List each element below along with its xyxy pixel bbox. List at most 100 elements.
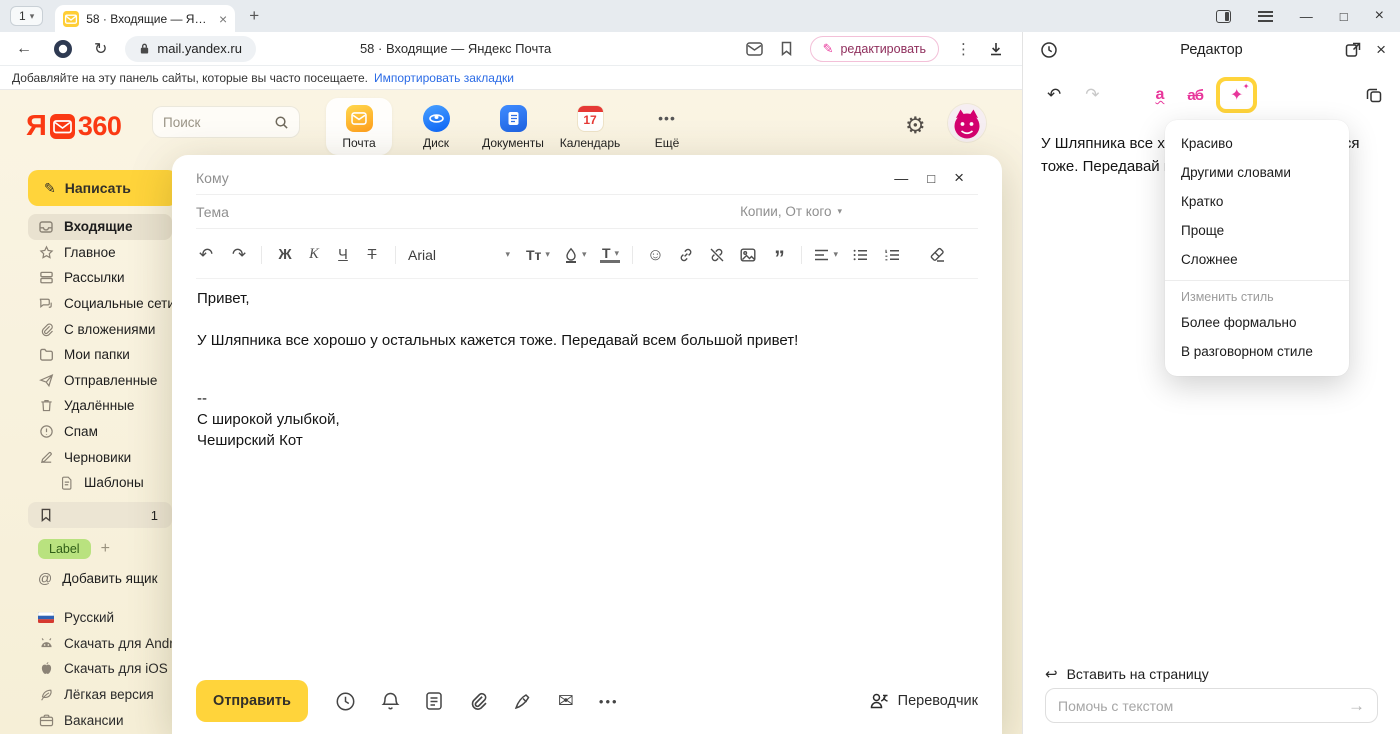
- mail-icon[interactable]: [746, 42, 763, 56]
- send-button[interactable]: Отправить: [196, 680, 308, 722]
- undo-button[interactable]: ↶: [196, 245, 216, 265]
- ai-prompt-input[interactable]: [1058, 698, 1348, 714]
- disk-service-icon: [423, 105, 450, 132]
- font-family-select[interactable]: Arial ▾: [408, 247, 510, 263]
- ai-improve-button-highlighted[interactable]: ✦ ✦: [1216, 77, 1257, 113]
- bookmarked-filter-row[interactable]: 1: [28, 502, 172, 528]
- address-field[interactable]: mail.yandex.ru: [125, 36, 256, 62]
- settings-gear-icon[interactable]: ⚙: [905, 112, 926, 139]
- link-button[interactable]: [676, 247, 696, 263]
- add-mailbox-button[interactable]: @ Добавить ящик: [38, 565, 158, 591]
- rephrase-icon[interactable]: aб: [1187, 87, 1203, 104]
- service-label: Документы: [480, 136, 546, 150]
- downloads-icon[interactable]: [988, 41, 1004, 57]
- unlink-button[interactable]: [707, 247, 727, 263]
- bookmark-icon[interactable]: [780, 41, 793, 56]
- refresh-button[interactable]: ↻: [94, 39, 107, 59]
- italic-button[interactable]: К: [303, 246, 325, 263]
- to-field[interactable]: Кому: [196, 161, 978, 195]
- reminder-bell-button[interactable]: [381, 691, 400, 712]
- service-mail[interactable]: Почта: [326, 98, 392, 155]
- redo-button[interactable]: ↷: [229, 245, 249, 265]
- editor-undo-button[interactable]: ↶: [1047, 85, 1061, 105]
- page-menu-icon[interactable]: ⋮: [956, 40, 971, 58]
- bookmark-count: 1: [151, 508, 158, 523]
- alice-assistant-icon[interactable]: [53, 39, 73, 59]
- url-text: mail.yandex.ru: [157, 41, 242, 56]
- attach-file-button[interactable]: [468, 691, 488, 711]
- import-bookmarks-link[interactable]: Импортировать закладки: [374, 71, 514, 85]
- editor-redo-button[interactable]: ↷: [1085, 85, 1099, 105]
- insert-image-button[interactable]: [738, 248, 758, 262]
- side-panel-icon[interactable]: [1216, 10, 1231, 23]
- service-docs[interactable]: Документы: [480, 98, 546, 155]
- quote-button[interactable]: ”: [769, 254, 789, 264]
- menu-item-formal[interactable]: Более формально: [1165, 308, 1349, 337]
- edit-mode-button[interactable]: ✎ редактировать: [810, 36, 939, 62]
- close-window-button[interactable]: ×: [1375, 7, 1384, 25]
- menu-item-complex[interactable]: Сложнее: [1165, 245, 1349, 274]
- chevron-down-icon: ▾: [545, 249, 550, 260]
- text-color-button[interactable]: Т▾: [600, 246, 620, 263]
- align-button[interactable]: ▾: [814, 249, 838, 261]
- emoji-button[interactable]: ☺: [645, 245, 665, 265]
- tab-counter-button[interactable]: 1 ▾: [10, 6, 43, 26]
- feather-icon: [38, 687, 54, 703]
- open-in-window-icon[interactable]: [1345, 42, 1361, 58]
- insert-to-page-button[interactable]: ↩ Вставить на страницу: [1045, 665, 1209, 683]
- fill-color-button[interactable]: ▾: [564, 247, 587, 263]
- close-panel-icon[interactable]: ×: [1376, 40, 1386, 60]
- folder-inbox[interactable]: Входящие: [28, 214, 172, 240]
- insert-label: Вставить на страницу: [1067, 666, 1209, 682]
- numbered-list-button[interactable]: [882, 249, 902, 261]
- subject-field[interactable]: Тема Копии, От кого ▾: [196, 195, 978, 229]
- tab-close-icon[interactable]: ×: [219, 11, 227, 27]
- user-avatar[interactable]: [948, 104, 986, 142]
- subject-label: Тема: [196, 204, 229, 220]
- submit-arrow-icon[interactable]: →: [1348, 696, 1365, 716]
- minimize-button[interactable]: —: [1300, 9, 1313, 24]
- copy-icon[interactable]: [1366, 87, 1382, 103]
- menu-item-other-words[interactable]: Другими словами: [1165, 158, 1349, 187]
- notes-button[interactable]: [425, 691, 443, 711]
- spellcheck-icon[interactable]: a: [1156, 86, 1165, 104]
- sparkles-mini-icon: ✦: [1243, 82, 1250, 91]
- more-actions-button[interactable]: •••: [599, 694, 619, 709]
- lock-icon: [139, 42, 150, 55]
- cc-from-toggle[interactable]: Копии, От кого ▾: [740, 204, 842, 219]
- sparkles-icon: ✦: [1230, 87, 1243, 104]
- menu-item-beautiful[interactable]: Красиво: [1165, 129, 1349, 158]
- compose-button[interactable]: ✎ Написать: [28, 170, 178, 206]
- bold-button[interactable]: Ж: [274, 247, 296, 263]
- service-more[interactable]: ••• Ещё: [634, 98, 700, 155]
- browser-tab[interactable]: 58 · Входящие — Янд... ×: [55, 5, 235, 32]
- add-label-icon[interactable]: +: [101, 540, 110, 558]
- envelope-button[interactable]: ✉: [558, 690, 574, 713]
- translator-icon: [870, 692, 889, 711]
- back-button[interactable]: ←: [16, 40, 32, 58]
- service-disk[interactable]: Диск: [403, 98, 469, 155]
- bulleted-list-button[interactable]: [850, 249, 870, 261]
- chevron-down-icon: ▾: [505, 249, 510, 260]
- service-calendar[interactable]: 17 Календарь: [557, 98, 623, 155]
- font-size-button[interactable]: Тт▾: [526, 247, 550, 263]
- maximize-button[interactable]: □: [1340, 9, 1348, 24]
- translator-button[interactable]: Переводчик: [870, 692, 978, 711]
- folder-label: Шаблоны: [84, 475, 144, 490]
- strikethrough-button[interactable]: Т: [361, 247, 383, 263]
- compose-window: — □ × Кому Тема Копии, От кого ▾ ↶ ↷ Ж К…: [172, 155, 1002, 734]
- tab-title: 58 · Входящие — Янд...: [86, 12, 212, 26]
- eraser-format-button[interactable]: [927, 247, 947, 262]
- menu-item-simpler[interactable]: Проще: [1165, 216, 1349, 245]
- underline-button[interactable]: Ч: [332, 247, 354, 263]
- schedule-send-button[interactable]: [335, 691, 356, 712]
- message-body[interactable]: Привет, У Шляпника все хорошо у остальны…: [197, 288, 978, 451]
- menu-item-brief[interactable]: Кратко: [1165, 187, 1349, 216]
- signature-pen-button[interactable]: [513, 691, 533, 711]
- menu-icon[interactable]: [1258, 11, 1273, 22]
- menu-item-conversational[interactable]: В разговорном стиле: [1165, 337, 1349, 366]
- new-tab-button[interactable]: +: [249, 6, 259, 26]
- label-tag[interactable]: Label: [38, 539, 91, 559]
- ai-prompt-field[interactable]: →: [1045, 688, 1378, 723]
- style-dropdown-menu: Красиво Другими словами Кратко Проще Сло…: [1165, 120, 1349, 376]
